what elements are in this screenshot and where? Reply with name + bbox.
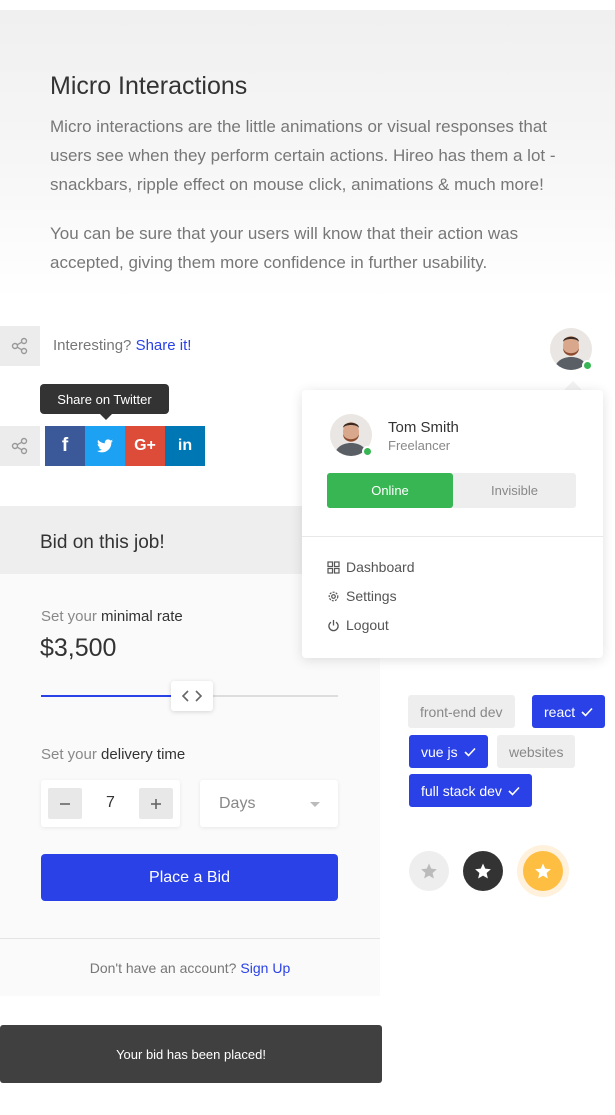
linkedin-icon: in — [177, 437, 193, 454]
tag-label: front-end dev — [420, 703, 503, 720]
user-dropdown-menu: Tom Smith Freelancer Online Invisible Da… — [302, 390, 603, 658]
tag-full-stack-dev[interactable]: full stack dev — [409, 774, 532, 807]
bid-title: Bid on this job! — [40, 532, 165, 553]
delivery-label-prefix: Set your — [41, 746, 97, 763]
rate-slider-fill — [41, 695, 172, 697]
tag-vue-js[interactable]: vue js — [409, 735, 488, 768]
power-icon — [328, 619, 339, 631]
rate-label-prefix: Set your — [41, 608, 97, 625]
rate-slider-handle[interactable] — [171, 681, 213, 711]
code-arrows-icon — [181, 690, 203, 702]
status-invisible-button[interactable]: Invisible — [453, 473, 576, 508]
tag-label: vue js — [421, 743, 458, 760]
share-toggle-button[interactable] — [0, 426, 40, 466]
minus-icon — [60, 802, 70, 805]
share-prompt: Interesting? Share it! — [53, 337, 191, 354]
check-icon — [508, 786, 520, 796]
google-plus-icon: G+ — [134, 437, 156, 454]
share-icon — [11, 437, 28, 455]
dropdown-divider — [302, 536, 603, 537]
gear-icon — [328, 591, 339, 601]
sign-up-link[interactable]: Sign Up — [240, 960, 290, 976]
star-icon — [475, 863, 491, 879]
rate-label-strong: minimal rate — [101, 608, 183, 625]
intro-section: Micro Interactions Micro interactions ar… — [0, 10, 615, 300]
share-icon — [11, 337, 28, 355]
menu-item-dashboard[interactable]: Dashboard — [327, 557, 415, 577]
snackbar: Your bid has been placed! — [0, 1025, 382, 1083]
menu-item-label: Settings — [346, 588, 397, 604]
twitter-share-button[interactable] — [85, 426, 125, 466]
check-icon — [581, 707, 593, 717]
status-online-button[interactable]: Online — [327, 473, 453, 508]
share-button[interactable] — [0, 326, 40, 366]
dashboard-icon — [327, 560, 340, 574]
menu-item-settings[interactable]: Settings — [327, 586, 397, 606]
bid-card-footer: Don't have an account? Sign Up — [0, 938, 380, 996]
menu-item-label: Dashboard — [346, 559, 415, 575]
tag-react[interactable]: react — [532, 695, 606, 728]
delivery-label: Set your delivery time — [41, 746, 185, 763]
rate-value: $3,500 — [40, 634, 117, 662]
rate-label: Set your minimal rate — [41, 608, 183, 625]
online-status-dot — [582, 360, 593, 371]
menu-item-logout[interactable]: Logout — [327, 615, 389, 635]
linkedin-share-button[interactable]: in — [165, 426, 205, 466]
share-row: Interesting? Share it! — [0, 326, 300, 366]
share-link[interactable]: Share it! — [136, 337, 192, 354]
tag-front-end-dev[interactable]: front-end dev — [408, 695, 515, 728]
bookmark-button-active[interactable] — [523, 851, 563, 891]
dropdown-arrow — [564, 381, 582, 390]
delivery-unit-select[interactable]: Days — [200, 780, 338, 827]
intro-paragraph-2: You can be sure that your users will kno… — [50, 224, 519, 272]
dropdown-avatar — [330, 414, 373, 457]
plus-icon — [151, 798, 161, 809]
user-role: Freelancer — [388, 438, 451, 453]
intro-paragraph: Micro interactions are the little animat… — [50, 117, 556, 194]
quantity-input[interactable]: 7 — [97, 794, 124, 812]
tag-websites[interactable]: websites — [497, 735, 576, 768]
user-name: Tom Smith — [388, 419, 459, 436]
delivery-label-strong: delivery time — [101, 746, 186, 763]
footer-text: Don't have an account? — [89, 959, 237, 976]
status-toggle: Online Invisible — [327, 473, 576, 508]
bookmark-button-inactive[interactable] — [409, 851, 449, 891]
section-title: Micro Interactions — [50, 72, 248, 100]
quantity-stepper: 7 — [41, 780, 180, 827]
online-status-dot — [362, 446, 373, 457]
tag-label: react — [544, 703, 576, 720]
increase-button[interactable] — [139, 788, 173, 819]
bookmark-button-dark[interactable] — [463, 851, 503, 891]
place-bid-button[interactable]: Place a Bid — [41, 854, 338, 901]
check-icon — [464, 747, 476, 757]
star-icon — [421, 863, 437, 879]
facebook-icon: f — [61, 435, 69, 456]
decrease-button[interactable] — [48, 788, 82, 819]
menu-item-label: Logout — [346, 617, 389, 633]
tag-label: full stack dev — [421, 782, 502, 799]
share-tooltip: Share on Twitter — [40, 384, 169, 420]
tag-label: websites — [509, 743, 564, 760]
user-avatar-button[interactable] — [550, 328, 593, 371]
google-plus-share-button[interactable]: G+ — [125, 426, 165, 466]
delivery-unit-value: Days — [219, 795, 256, 812]
twitter-icon — [97, 439, 113, 453]
star-icon — [535, 863, 551, 879]
share-prompt-text: Interesting? — [53, 337, 132, 354]
facebook-share-button[interactable]: f — [45, 426, 85, 466]
caret-down-icon — [310, 802, 320, 807]
